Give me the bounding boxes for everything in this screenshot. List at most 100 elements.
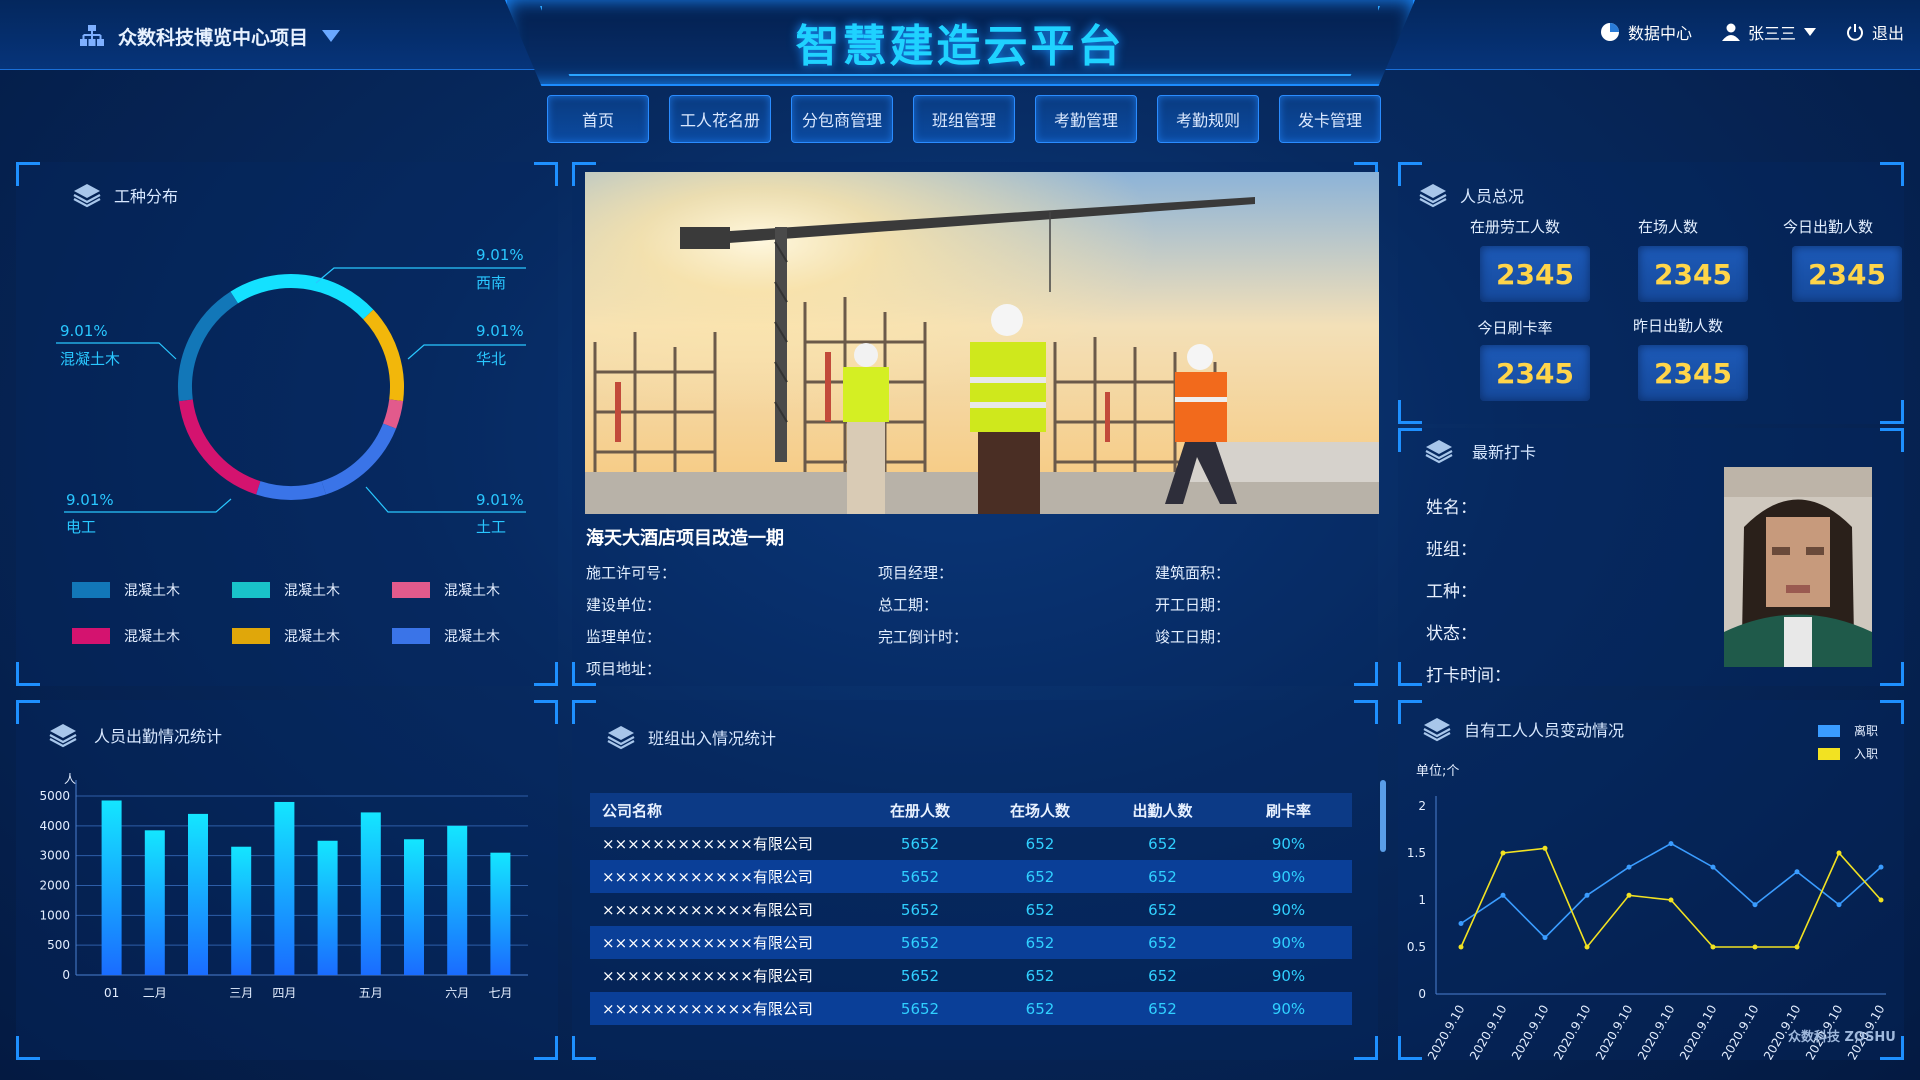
panel-title: 人员总况 [1460, 187, 1525, 206]
callout-pct: 9.01% [66, 491, 114, 509]
y-axis-label: 人 [64, 772, 76, 786]
panel-title: 最新打卡 [1472, 443, 1537, 462]
nav-subcontractor[interactable]: 分包商管理 [791, 95, 893, 143]
x-tick-label: 2020.9.10 [1719, 1003, 1762, 1061]
user-icon [1721, 23, 1740, 41]
main-nav: 首页 工人花名册 分包商管理 班组管理 考勤管理 考勤规则 发卡管理 [547, 95, 1381, 143]
x-tick-label: 二月 [143, 986, 167, 1000]
table-scrollbar[interactable] [1380, 780, 1386, 852]
series-line [1460, 842, 1882, 939]
punch-field-name: 姓名： [1426, 498, 1477, 518]
latest-punch-panel: 最新打卡 姓名： 班组： 工种： 状态： 打卡时间： [1398, 428, 1904, 686]
bar [188, 813, 208, 975]
org-tree-icon [80, 25, 104, 46]
nav-attendance-rules[interactable]: 考勤规则 [1157, 95, 1259, 143]
nav-team[interactable]: 班组管理 [913, 95, 1015, 143]
legend-swatch [232, 628, 270, 644]
series-point [1752, 902, 1758, 908]
stat-label: 在场人数 [1637, 218, 1698, 236]
work-type-panel: 工种分布 9.01% 西南 9.01% 华北 9.01% 土工 9.01% 电工… [16, 162, 558, 686]
stat-value: 2345 [1792, 246, 1902, 302]
table-row[interactable]: ××××××××××××有限公司 5652 652 652 90% [590, 992, 1352, 1025]
header-actions: 数据中心 张三三 退出 [1600, 20, 1904, 44]
series-point [1626, 892, 1632, 898]
y-tick-label: 0 [1418, 987, 1426, 1001]
callout-pct: 9.01% [476, 246, 524, 264]
y-tick-label: 5000 [39, 789, 70, 803]
worker-figure [843, 343, 889, 514]
x-tick-label: 2020.9.10 [1467, 1003, 1510, 1061]
series-point [1500, 892, 1506, 898]
y-tick-label: 500 [47, 938, 70, 952]
series-point [1668, 841, 1674, 847]
legend-swatch [1818, 747, 1840, 760]
series-point [1458, 944, 1464, 950]
project-selector[interactable]: 众数科技博览中心项目 [80, 20, 341, 52]
series-point [1500, 850, 1506, 856]
table-row[interactable]: ××××××××××××有限公司 5652 652 652 90% [590, 860, 1352, 893]
legend-swatch [1818, 724, 1840, 737]
nav-worker-roster[interactable]: 工人花名册 [669, 95, 771, 143]
series-point [1542, 845, 1548, 851]
line-legend: 离职 入职 [1818, 722, 1878, 762]
bar [490, 852, 511, 975]
project-name: 海天大酒店项目改造一期 [586, 528, 784, 549]
layers-icon [49, 724, 77, 748]
y-tick-label: 2000 [39, 879, 70, 893]
col-rate: 刷卡率 [1225, 793, 1352, 827]
bar [447, 825, 468, 975]
y-tick-label: 0.5 [1407, 940, 1426, 954]
punch-field-team: 班组： [1426, 540, 1477, 560]
power-icon [1847, 24, 1863, 41]
stat-value: 2345 [1638, 345, 1748, 401]
series-point [1626, 864, 1632, 870]
project-panel: 海天大酒店项目改造一期 施工许可号： 项目经理： 建筑面积： 建设单位： 总工期… [572, 162, 1379, 686]
table-row[interactable]: ××××××××××××有限公司 5652 652 652 90% [590, 827, 1352, 860]
callout-label: 土工 [476, 518, 507, 536]
x-tick-label: 2020.9.10 [1593, 1003, 1636, 1061]
nav-attendance[interactable]: 考勤管理 [1035, 95, 1137, 143]
legend-item: 混凝土木 [392, 626, 552, 646]
watermark-logo: 众数科技 ZOSHU [1788, 1030, 1896, 1045]
legend-item: 离职 [1818, 722, 1878, 739]
legend-item: 混凝土木 [72, 580, 232, 600]
worker-change-line-chart: 00.511.522020.9.10 2020.9.10 2020.9.10 2020… [1407, 796, 1888, 1061]
data-center-link[interactable]: 数据中心 [1600, 20, 1692, 44]
callout-label: 电工 [66, 518, 97, 536]
bar [274, 801, 295, 975]
unit-label: 单位;个 [1416, 764, 1460, 779]
table-row[interactable]: ××××××××××××有限公司 5652 652 652 90% [590, 893, 1352, 926]
series-point [1878, 864, 1884, 870]
stat-label: 今日刷卡率 [1477, 319, 1553, 337]
info-label: 施工许可号： [586, 564, 677, 582]
nav-home[interactable]: 首页 [547, 95, 649, 143]
legend-swatch [72, 628, 110, 644]
punch-field-status: 状态： [1426, 624, 1477, 644]
attendance-title-row: 人员出勤情况统计 [48, 722, 222, 748]
x-tick-label: 五月 [359, 986, 383, 1000]
info-label: 项目地址： [586, 660, 662, 678]
logout-label: 退出 [1871, 24, 1904, 43]
col-onsite: 在场人数 [980, 793, 1100, 827]
series-point [1668, 897, 1674, 903]
series-point [1836, 850, 1842, 856]
legend-item: 混凝土木 [392, 580, 552, 600]
caret-down-icon [1803, 28, 1816, 36]
team-panel: 班组出入情况统计 公司名称 在册人数 在场人数 出勤人数 刷卡率 ×××××××… [572, 700, 1386, 1060]
user-menu[interactable]: 张三三 [1721, 20, 1816, 44]
table-row[interactable]: ××××××××××××有限公司 5652 652 652 90% [590, 959, 1352, 992]
caret-down-icon [322, 30, 341, 42]
overview-title-row: 人员总况 [1418, 182, 1524, 208]
stat-value: 2345 [1480, 345, 1590, 401]
stat-value: 2345 [1638, 246, 1748, 302]
nav-card-issue[interactable]: 发卡管理 [1279, 95, 1381, 143]
table-row[interactable]: ××××××××××××有限公司 5652 652 652 90% [590, 926, 1352, 959]
callout-label: 华北 [476, 350, 507, 368]
punch-field-worktype: 工种： [1426, 582, 1477, 602]
info-label: 竣工日期： [1155, 628, 1231, 646]
table-header-row: 公司名称 在册人数 在场人数 出勤人数 刷卡率 [590, 793, 1352, 827]
project-name: 众数科技博览中心项目 [118, 26, 309, 49]
y-tick-label: 4000 [39, 819, 70, 833]
y-tick-label: 1 [1418, 893, 1426, 907]
logout-button[interactable]: 退出 [1846, 20, 1904, 44]
